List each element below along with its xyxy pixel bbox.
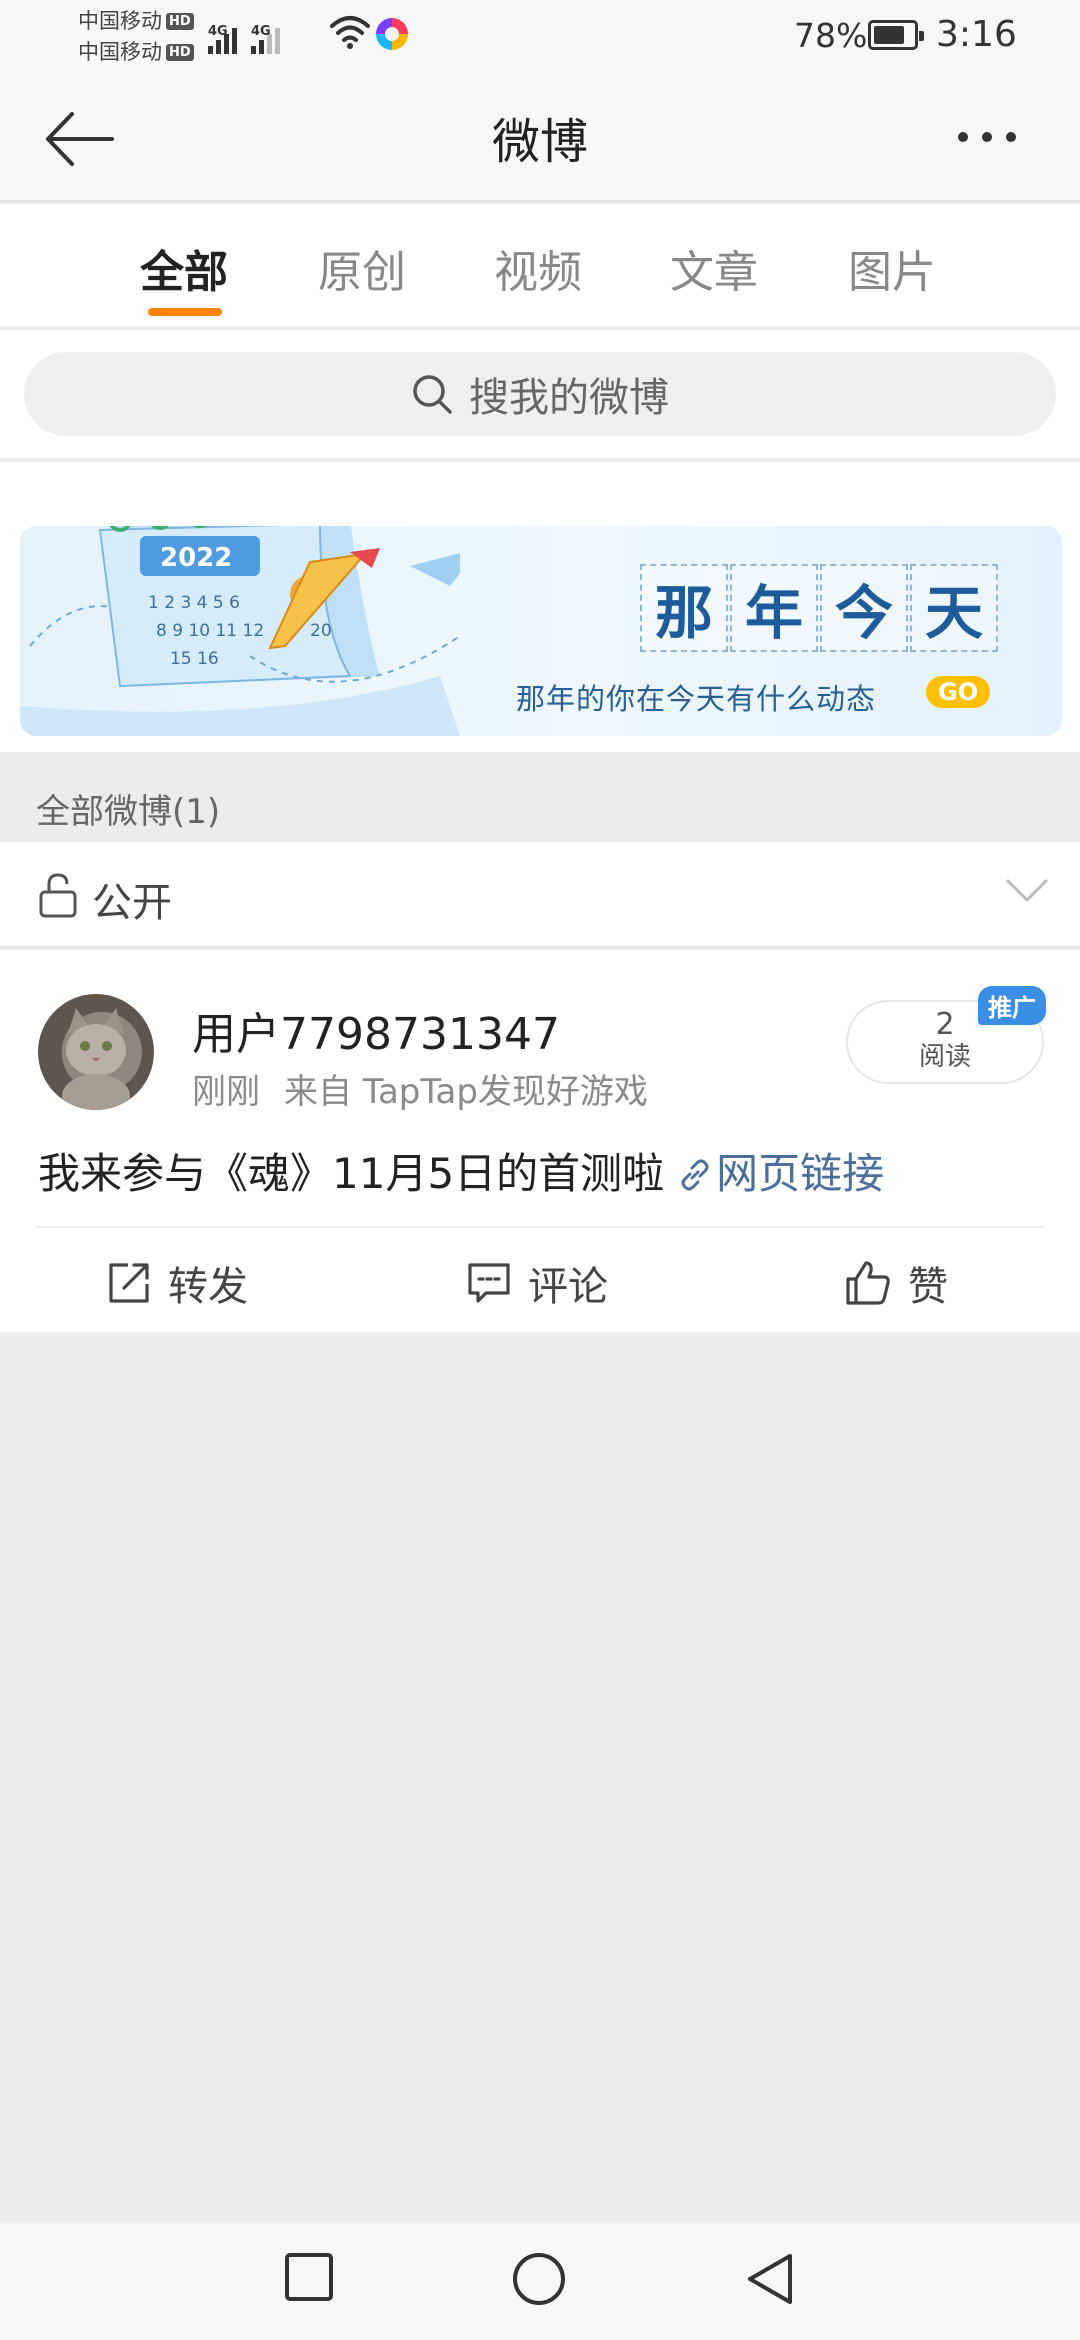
post-count-label: 全部微博(1) [36, 792, 221, 832]
active-tab-indicator [148, 308, 222, 316]
memory-banner[interactable]: 2022 1 2 3 4 5 6 8 9 10 11 12 15 16 20 那… [20, 526, 1062, 736]
hd-badge: HD [166, 13, 194, 30]
comment-button[interactable]: 评论 [466, 1254, 608, 1312]
link-icon [681, 1159, 709, 1191]
status-bar: 中国移动 HD 中国移动 HD 4G 4G 78% 3:16 [0, 0, 1080, 74]
post-meta: 刚刚 来自 TapTap发现好游戏 [192, 1064, 648, 1113]
post-card: 用户7798731347 刚刚 来自 TapTap发现好游戏 2 阅读 推广 我来… [0, 950, 1080, 1332]
clock: 3:16 [936, 14, 1017, 55]
post-content: 我来参与《魂》11月5日的首测啦 网页链接 [38, 1140, 884, 1201]
like-label: 赞 [908, 1264, 948, 1310]
read-label: 阅读 [918, 1042, 971, 1072]
username[interactable]: 用户7798731347 [192, 998, 560, 1062]
recent-apps-icon[interactable] [284, 2252, 334, 2302]
back-triangle-icon[interactable] [744, 2252, 796, 2306]
network-type: 4G [251, 24, 271, 39]
svg-text:1 2 3 4 5 6: 1 2 3 4 5 6 [148, 593, 240, 613]
chevron-down-icon [1006, 879, 1048, 902]
search-placeholder: 搜我的微博 [469, 375, 669, 421]
battery-icon [868, 20, 924, 50]
unlock-icon [39, 873, 77, 918]
calendar-illustration-icon: 2022 1 2 3 4 5 6 8 9 10 11 12 15 16 20 [20, 526, 460, 736]
post-source[interactable]: 来自 TapTap发现好游戏 [284, 1072, 648, 1112]
avatar[interactable] [38, 994, 154, 1110]
repost-label: 转发 [168, 1264, 248, 1310]
signal-strength-icon: 4G [251, 24, 280, 54]
promo-badge[interactable]: 推广 [978, 986, 1046, 1025]
app-notification-icon [376, 18, 408, 50]
tab-all[interactable]: 全部 [140, 236, 228, 300]
cat-avatar-icon [62, 1008, 130, 1110]
banner-title: 那 年 今 天 [640, 564, 1000, 652]
repost-button[interactable]: 转发 [106, 1254, 248, 1312]
banner-subtitle: 那年的你在今天有什么动态 [516, 682, 877, 716]
share-icon [109, 1263, 149, 1303]
tab-original[interactable]: 原创 [318, 236, 406, 300]
tab-article[interactable]: 文章 [670, 236, 758, 300]
comment-label: 评论 [528, 1264, 608, 1310]
banner-title-char: 天 [910, 564, 998, 652]
comment-icon [468, 1263, 510, 1303]
search-input[interactable]: 搜我的微博 [24, 352, 1056, 436]
go-button[interactable]: GO [926, 676, 991, 708]
nav-bar: 微博 [0, 74, 1080, 202]
carrier-name: 中国移动 [78, 9, 162, 33]
search-section: 搜我的微博 [0, 330, 1080, 460]
signal-strength-icon: 4G [208, 24, 237, 54]
more-dots-icon[interactable] [958, 132, 1016, 142]
network-type: 4G [208, 24, 228, 39]
wifi-icon [330, 16, 370, 49]
tab-images[interactable]: 图片 [848, 236, 936, 300]
visibility-label: 公开 [92, 880, 172, 926]
carrier-info: 中国移动 HD 中国移动 HD [78, 6, 194, 68]
calendar-year: 2022 [160, 543, 232, 573]
thumbs-up-icon [846, 1261, 890, 1305]
svg-text:15 16: 15 16 [170, 649, 219, 669]
battery-percent: 78% [794, 16, 868, 55]
svg-text:8 9 10 11 12: 8 9 10 11 12 [156, 621, 264, 641]
banner-title-char: 年 [730, 564, 818, 652]
web-link[interactable]: 网页链接 [716, 1149, 884, 1198]
post-time: 刚刚 [192, 1072, 260, 1112]
visibility-filter[interactable]: 公开 [0, 842, 1080, 948]
like-button[interactable]: 赞 [844, 1254, 948, 1312]
search-icon [413, 375, 452, 414]
divider [36, 1226, 1044, 1228]
page-title: 微博 [491, 114, 588, 170]
tab-video[interactable]: 视频 [494, 236, 582, 300]
banner-title-char: 今 [820, 564, 908, 652]
home-icon[interactable] [512, 2252, 566, 2306]
banner-title-char: 那 [640, 564, 728, 652]
signal-indicators: 4G 4G [208, 14, 280, 54]
svg-text:20: 20 [310, 621, 332, 641]
carrier-name: 中国移动 [78, 40, 162, 64]
tab-bar: 全部 原创 视频 文章 图片 [0, 204, 1080, 328]
post-text: 我来参与《魂》11月5日的首测啦 [38, 1149, 665, 1198]
hd-badge: HD [166, 44, 194, 61]
system-nav-bar [0, 2222, 1080, 2340]
banner-section: 2022 1 2 3 4 5 6 8 9 10 11 12 15 16 20 那… [0, 462, 1080, 752]
